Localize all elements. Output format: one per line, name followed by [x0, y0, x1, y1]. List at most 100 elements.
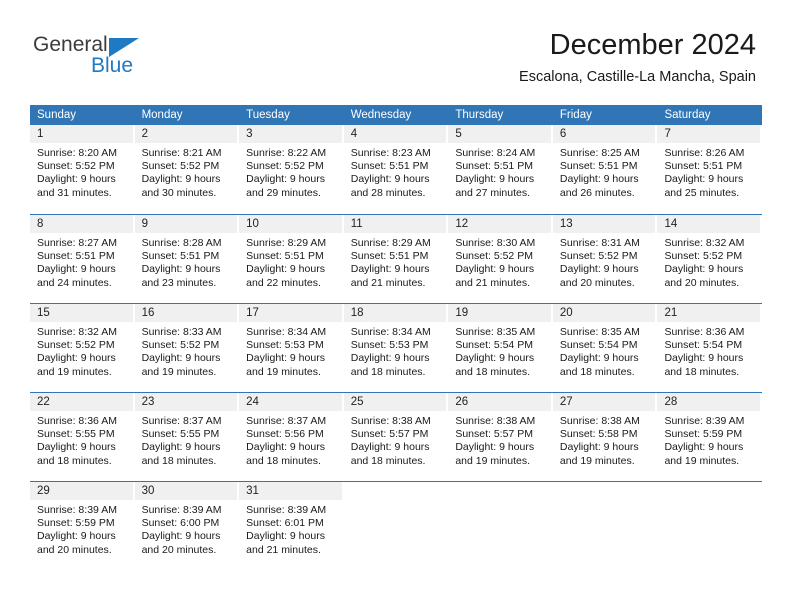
- sunset-text: Sunset: 5:52 PM: [141, 339, 220, 352]
- daylight-text-line1: Daylight: 9 hours: [141, 441, 221, 454]
- day-cell[interactable]: 10 Sunrise: 8:29 AM Sunset: 5:51 PM Dayligh…: [239, 215, 344, 303]
- daylight-text-line1: Daylight: 9 hours: [350, 352, 430, 365]
- day-cell[interactable]: 23 Sunrise: 8:37 AM Sunset: 5:55 PM Dayligh…: [134, 393, 240, 481]
- day-number-band: 3: [239, 125, 342, 143]
- sunrise-text: Sunrise: 8:35 AM: [455, 326, 536, 338]
- sunset-text: Sunset: 5:52 PM: [664, 250, 743, 263]
- daylight-text-line1: Daylight: 9 hours: [37, 173, 116, 186]
- daylight-text-line1: Daylight: 9 hours: [246, 263, 325, 276]
- day-number-band: [657, 482, 760, 500]
- daylight-text-line2: and 18 minutes.: [559, 365, 635, 378]
- sunset-text: Sunset: 5:52 PM: [37, 339, 115, 352]
- day-cell[interactable]: 8 Sunrise: 8:27 AM Sunset: 5:51 PM Daylight…: [30, 215, 135, 303]
- day-cell[interactable]: 31 Sunrise: 8:39 AM Sunset: 6:01 PM Dayligh…: [239, 482, 344, 570]
- day-cell[interactable]: 16 Sunrise: 8:33 AM Sunset: 5:52 PM Dayligh…: [134, 304, 240, 392]
- daylight-text-line1: Daylight: 9 hours: [37, 263, 116, 276]
- calendar-week-row: 22 Sunrise: 8:36 AM Sunset: 5:55 PM Dayligh…: [30, 392, 762, 481]
- day-cell[interactable]: 21 Sunrise: 8:36 AM Sunset: 5:54 PM Dayligh…: [657, 304, 762, 392]
- day-number: 30: [141, 485, 155, 497]
- sunrise-text: Sunrise: 8:38 AM: [455, 415, 536, 427]
- day-cell[interactable]: 19 Sunrise: 8:35 AM Sunset: 5:54 PM Dayligh…: [448, 304, 553, 392]
- day-cell[interactable]: 4 Sunrise: 8:23 AM Sunset: 5:51 PM Daylight…: [343, 125, 449, 214]
- daylight-text-line2: and 27 minutes.: [455, 186, 531, 199]
- day-number-band: [344, 482, 447, 500]
- daylight-text-line1: Daylight: 9 hours: [455, 173, 535, 186]
- calendar-week-row: 1 Sunrise: 8:20 AM Sunset: 5:52 PM Daylight…: [30, 125, 762, 214]
- daylight-text-line2: and 22 minutes.: [246, 276, 321, 289]
- day-cell[interactable]: 7 Sunrise: 8:26 AM Sunset: 5:51 PM Daylight…: [657, 125, 762, 214]
- daylight-text-line2: and 30 minutes.: [141, 186, 217, 199]
- day-number: 8: [37, 218, 44, 230]
- day-cell[interactable]: 24 Sunrise: 8:37 AM Sunset: 5:56 PM Dayligh…: [239, 393, 344, 481]
- day-number-band: 6: [552, 125, 656, 143]
- day-info: Sunrise: 8:22 AM Sunset: 5:52 PM Daylight:…: [239, 143, 344, 200]
- day-number-band: 7: [657, 125, 761, 143]
- day-cell[interactable]: 26 Sunrise: 8:38 AM Sunset: 5:57 PM Dayligh…: [448, 393, 553, 481]
- daylight-text-line2: and 26 minutes.: [559, 186, 635, 199]
- daylight-text-line2: and 31 minutes.: [37, 186, 112, 199]
- day-cell[interactable]: 14 Sunrise: 8:32 AM Sunset: 5:52 PM Dayligh…: [657, 215, 762, 303]
- day-number: 19: [455, 307, 469, 319]
- day-cell[interactable]: 27 Sunrise: 8:38 AM Sunset: 5:58 PM Dayligh…: [552, 393, 658, 481]
- day-number-band: 26: [448, 393, 551, 411]
- sunrise-text: Sunrise: 8:32 AM: [664, 237, 745, 249]
- day-info: Sunrise: 8:29 AM Sunset: 5:51 PM Daylight:…: [239, 233, 344, 290]
- day-cell[interactable]: 25 Sunrise: 8:38 AM Sunset: 5:57 PM Dayligh…: [343, 393, 449, 481]
- daylight-text-line1: Daylight: 9 hours: [559, 173, 639, 186]
- day-cell[interactable]: 2 Sunrise: 8:21 AM Sunset: 5:52 PM Daylight…: [134, 125, 240, 214]
- day-number: 26: [455, 396, 469, 408]
- sunrise-text: Sunrise: 8:33 AM: [141, 326, 222, 338]
- day-cell[interactable]: 18 Sunrise: 8:34 AM Sunset: 5:53 PM Dayligh…: [343, 304, 449, 392]
- sunset-text: Sunset: 5:52 PM: [37, 160, 115, 173]
- day-cell[interactable]: 28 Sunrise: 8:39 AM Sunset: 5:59 PM Dayligh…: [657, 393, 762, 481]
- day-cell[interactable]: 11 Sunrise: 8:29 AM Sunset: 5:51 PM Dayligh…: [343, 215, 449, 303]
- daylight-text-line1: Daylight: 9 hours: [350, 441, 430, 454]
- day-cell[interactable]: 6 Sunrise: 8:25 AM Sunset: 5:51 PM Daylight…: [552, 125, 658, 214]
- day-cell[interactable]: 13 Sunrise: 8:31 AM Sunset: 5:52 PM Dayligh…: [552, 215, 658, 303]
- day-cell[interactable]: 15 Sunrise: 8:32 AM Sunset: 5:52 PM Dayligh…: [30, 304, 135, 392]
- day-info: Sunrise: 8:23 AM Sunset: 5:51 PM Daylight:…: [344, 143, 449, 200]
- sunset-text: Sunset: 5:54 PM: [664, 339, 743, 352]
- day-number-band: 10: [239, 215, 342, 233]
- day-cell[interactable]: 5 Sunrise: 8:24 AM Sunset: 5:51 PM Daylight…: [448, 125, 553, 214]
- day-number-band: 8: [30, 215, 133, 233]
- day-cell[interactable]: 9 Sunrise: 8:28 AM Sunset: 5:51 PM Daylight…: [134, 215, 240, 303]
- sunset-text: Sunset: 5:51 PM: [37, 250, 115, 263]
- sunset-text: Sunset: 5:54 PM: [455, 339, 533, 352]
- daylight-text-line2: and 23 minutes.: [141, 276, 217, 289]
- day-cell[interactable]: 3 Sunrise: 8:22 AM Sunset: 5:52 PM Daylight…: [239, 125, 344, 214]
- day-info: Sunrise: 8:28 AM Sunset: 5:51 PM Daylight:…: [135, 233, 240, 290]
- daylight-text-line1: Daylight: 9 hours: [141, 263, 221, 276]
- sunset-text: Sunset: 5:58 PM: [559, 428, 638, 441]
- weekday-header-row: Sunday Monday Tuesday Wednesday Thursday…: [30, 105, 762, 125]
- calendar-grid: Sunday Monday Tuesday Wednesday Thursday…: [30, 105, 762, 570]
- sunrise-text: Sunrise: 8:34 AM: [246, 326, 327, 338]
- daylight-text-line2: and 19 minutes.: [141, 365, 217, 378]
- day-cell[interactable]: 30 Sunrise: 8:39 AM Sunset: 6:00 PM Dayligh…: [134, 482, 240, 570]
- day-number: 3: [246, 128, 253, 140]
- day-cell[interactable]: 29 Sunrise: 8:39 AM Sunset: 5:59 PM Dayligh…: [30, 482, 135, 570]
- daylight-text-line1: Daylight: 9 hours: [246, 173, 325, 186]
- day-info: Sunrise: 8:21 AM Sunset: 5:52 PM Daylight:…: [135, 143, 240, 200]
- daylight-text-line2: and 18 minutes.: [246, 454, 321, 467]
- day-number: 25: [350, 396, 364, 408]
- sunset-text: Sunset: 5:52 PM: [141, 160, 220, 173]
- day-cell[interactable]: 12 Sunrise: 8:30 AM Sunset: 5:52 PM Dayligh…: [448, 215, 553, 303]
- day-cell[interactable]: 17 Sunrise: 8:34 AM Sunset: 5:53 PM Dayligh…: [239, 304, 344, 392]
- day-number: 27: [559, 396, 573, 408]
- generalblue-logo[interactable]: General Blue: [33, 33, 203, 83]
- day-info: Sunrise: 8:37 AM Sunset: 5:55 PM Daylight:…: [135, 411, 240, 468]
- daylight-text-line2: and 24 minutes.: [37, 276, 112, 289]
- daylight-text-line1: Daylight: 9 hours: [141, 530, 221, 543]
- day-number-band: 20: [552, 304, 656, 322]
- daylight-text-line2: and 18 minutes.: [664, 365, 740, 378]
- day-cell[interactable]: 1 Sunrise: 8:20 AM Sunset: 5:52 PM Daylight…: [30, 125, 135, 214]
- sunrise-text: Sunrise: 8:30 AM: [455, 237, 536, 249]
- day-cell[interactable]: 20 Sunrise: 8:35 AM Sunset: 5:54 PM Dayligh…: [552, 304, 658, 392]
- day-info: Sunrise: 8:39 AM Sunset: 5:59 PM Daylight:…: [657, 411, 762, 468]
- daylight-text-line2: and 21 minutes.: [350, 276, 426, 289]
- sunset-text: Sunset: 5:52 PM: [559, 250, 638, 263]
- day-cell[interactable]: 22 Sunrise: 8:36 AM Sunset: 5:55 PM Dayligh…: [30, 393, 135, 481]
- daylight-text-line2: and 29 minutes.: [246, 186, 321, 199]
- sunset-text: Sunset: 5:55 PM: [37, 428, 115, 441]
